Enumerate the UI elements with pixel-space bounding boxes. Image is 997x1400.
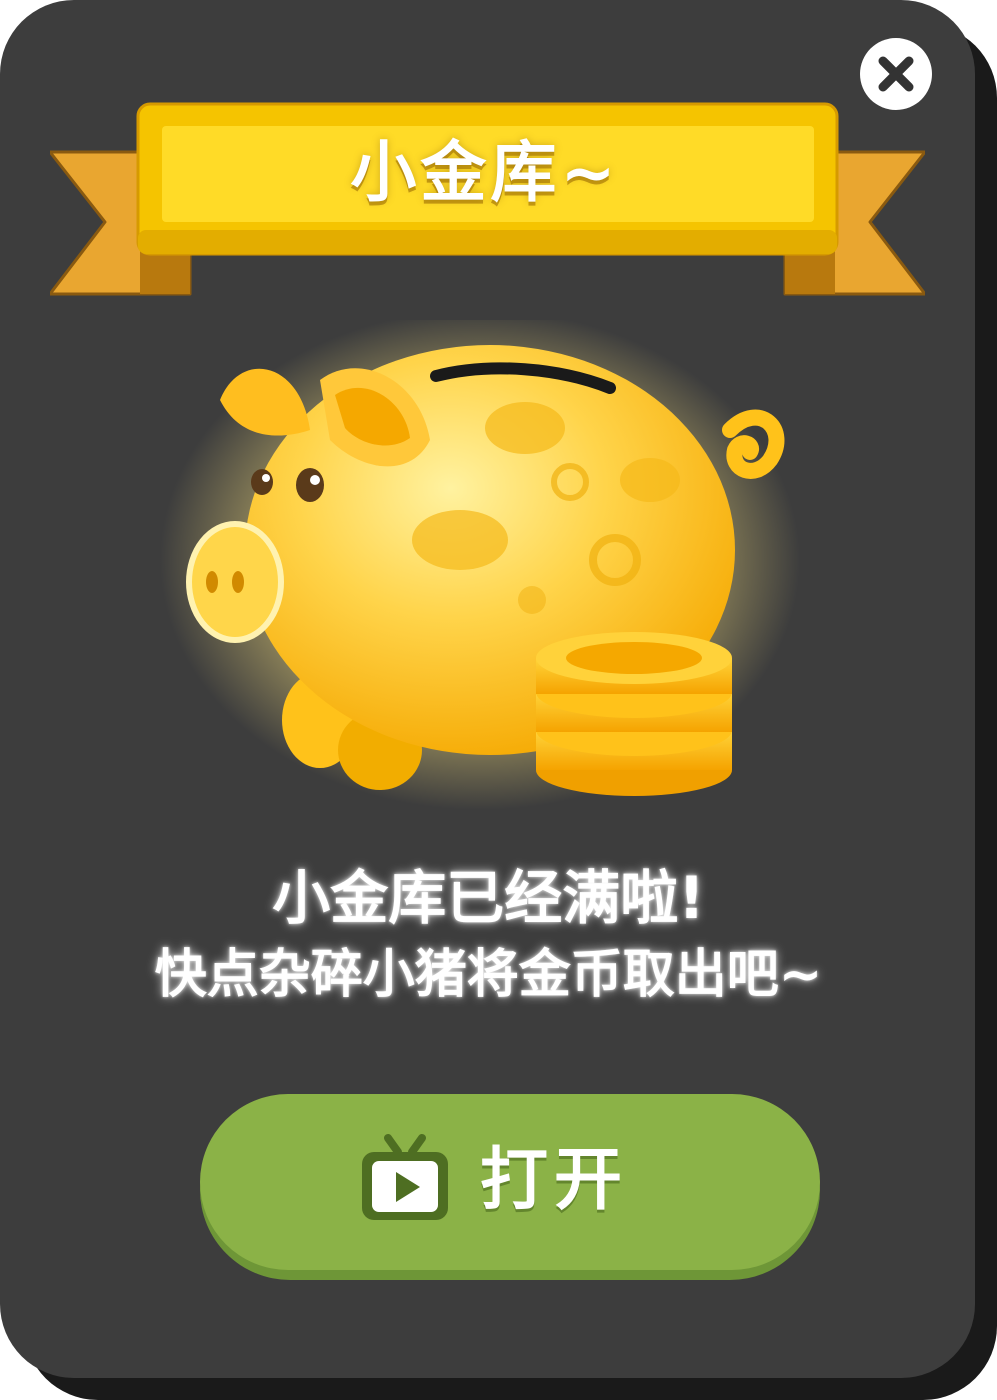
open-button-label: 打开 xyxy=(480,1141,629,1220)
message-full: 小金库已经满啦! xyxy=(272,864,705,932)
piggy-bank-illustration xyxy=(160,320,820,820)
open-button[interactable]: 打开 xyxy=(200,1094,820,1270)
piggy-bank-dialog: 小金库~ 小金库已经满啦! 快点杂碎小猪将金币取出吧~ 打开 xyxy=(0,0,997,1400)
dialog-title: 小金库~ xyxy=(350,134,620,211)
close-icon xyxy=(878,56,914,92)
close-button[interactable] xyxy=(860,38,932,110)
message-instruction: 快点杂碎小猪将金币取出吧~ xyxy=(154,945,823,1005)
coin-stack xyxy=(536,632,732,796)
video-play-icon xyxy=(360,1132,450,1224)
